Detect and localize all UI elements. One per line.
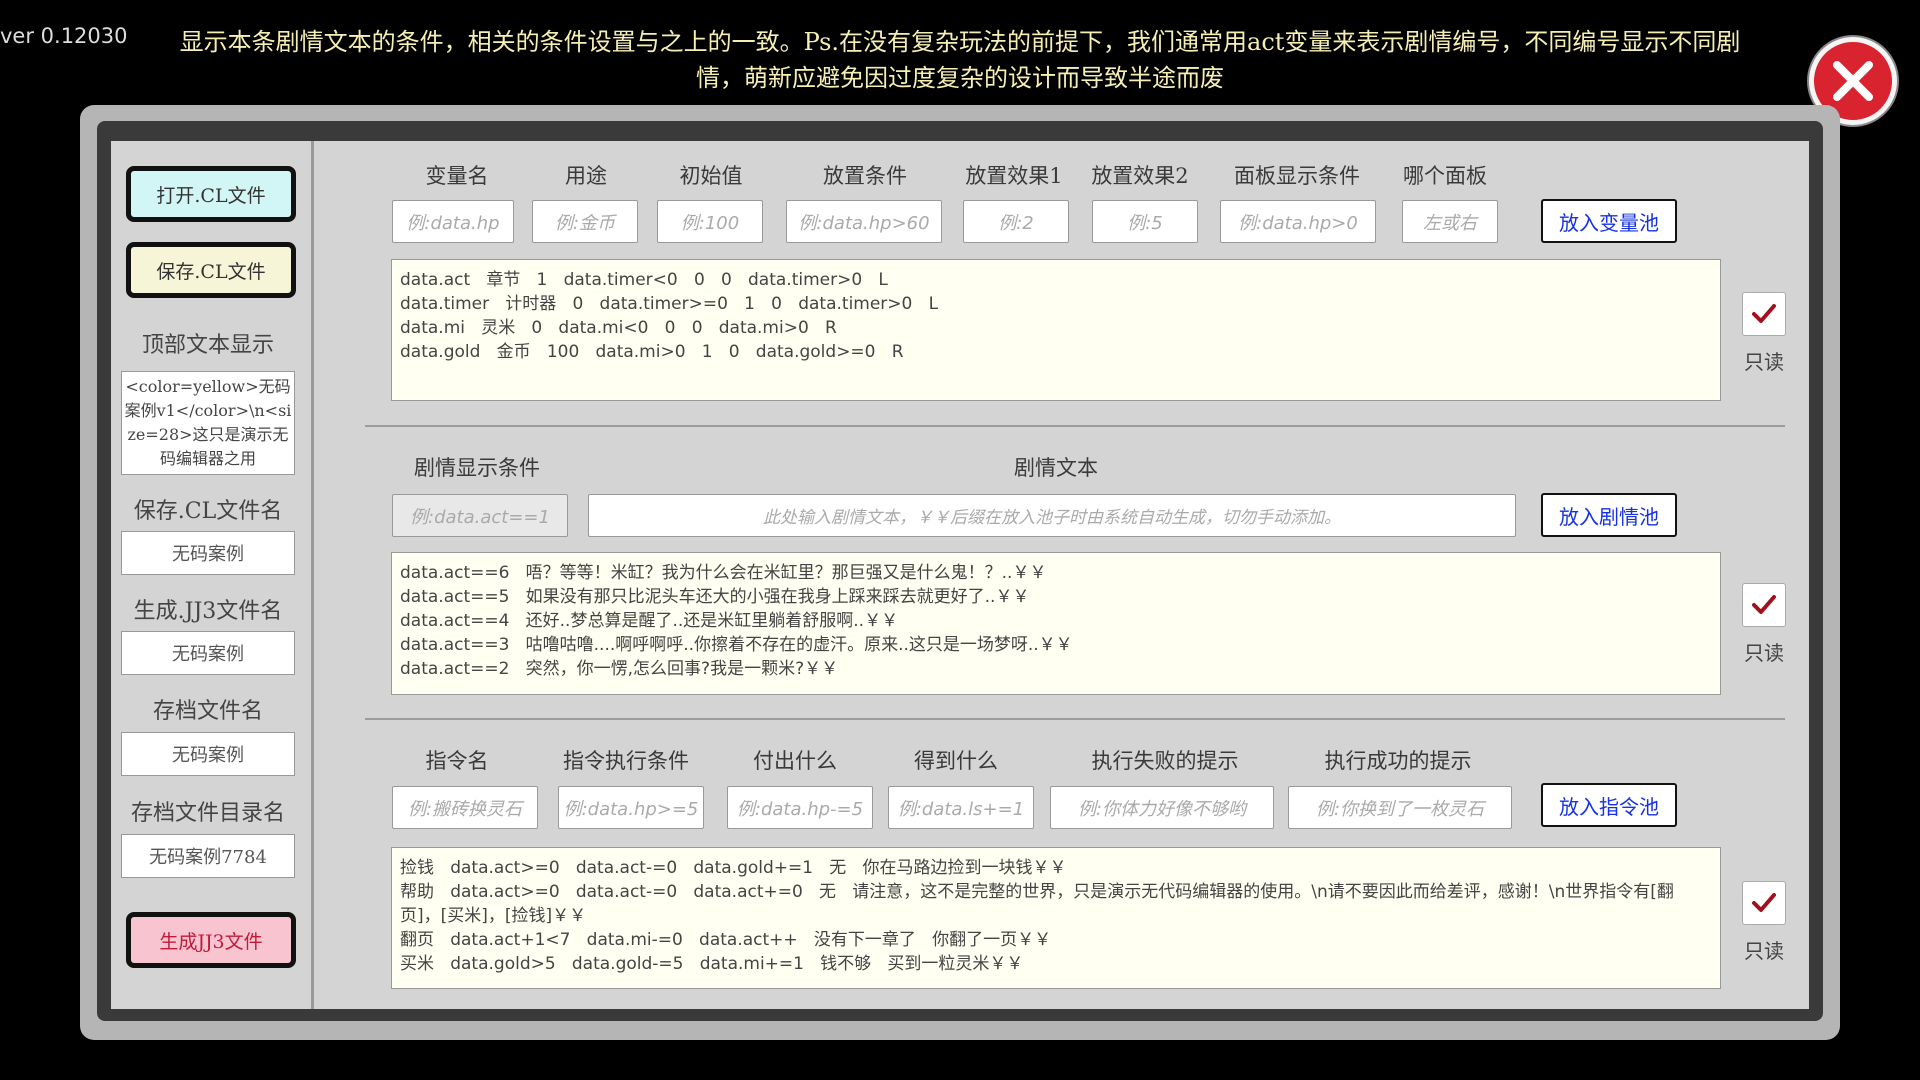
list-item[interactable]: data.act==3 咕噜咕噜....啊呼啊呼..你擦着不存在的虚汗。原来..… (400, 633, 1712, 657)
command-pool-list[interactable]: 捡钱 data.act>=0 data.act-=0 data.gold+=1 … (391, 847, 1721, 989)
story-condition-input[interactable]: 例:data.act==1 (392, 494, 568, 537)
list-item[interactable]: data.mi 灵米 0 data.mi<0 0 0 data.mi>0 R (400, 316, 1712, 340)
var-panel-input[interactable]: 左或右 (1402, 200, 1498, 243)
cmd-condition-input[interactable]: 例:data.hp>=5 (558, 786, 704, 829)
list-item[interactable]: data.act==6 唔？等等！米缸？我为什么会在米缸里？那巨强又是什么鬼！？… (400, 561, 1712, 585)
close-x-icon (1833, 61, 1873, 101)
top-text-label: 顶部文本显示 (141, 333, 274, 358)
archive-dir-label: 存档文件目录名 (130, 801, 285, 826)
var-effect2-input[interactable]: 例:5 (1092, 200, 1198, 243)
cmd-header-condition: 指令执行条件 (563, 749, 689, 773)
section-divider (365, 718, 1785, 720)
cmd-fail-input[interactable]: 例:你体力好像不够哟 (1050, 786, 1274, 829)
cmd-header-fail: 执行失败的提示 (1091, 749, 1239, 773)
list-item[interactable]: data.act==2 突然，你一愣,怎么回事?我是一颗米?￥￥ (400, 657, 1712, 681)
cmd-cost-input[interactable]: 例:data.hp-=5 (727, 786, 873, 829)
list-item[interactable]: data.timer 计时器 0 data.timer>=0 1 0 data.… (400, 292, 1712, 316)
var-header-condition: 放置条件 (823, 164, 907, 188)
add-variable-pool-button[interactable]: 放入变量池 (1541, 199, 1677, 243)
var-header-name: 变量名 (425, 164, 489, 188)
list-item[interactable]: 买米 data.gold>5 data.gold-=5 data.mi+=1 钱… (400, 952, 1712, 976)
story-readonly-label: 只读 (1744, 641, 1784, 665)
checkmark-icon (1752, 304, 1776, 323)
archive-dir-input[interactable]: 无码案例7784 (121, 834, 295, 878)
list-item[interactable]: 帮助 data.act>=0 data.act-=0 data.act+=0 无… (400, 880, 1712, 928)
cmd-header-cost: 付出什么 (753, 749, 837, 773)
open-cl-button[interactable]: 打开.CL文件 (126, 166, 296, 222)
command-readonly-label: 只读 (1744, 939, 1784, 963)
list-item[interactable]: data.gold 金币 100 data.mi>0 1 0 data.gold… (400, 340, 1712, 364)
top-text-input[interactable]: <color=yellow>无码案例v1</color>\n<size=28>这… (121, 371, 295, 475)
version-label: ver 0.12030 (0, 24, 128, 48)
list-item[interactable]: 捡钱 data.act>=0 data.act-=0 data.gold+=1 … (400, 856, 1712, 880)
archive-filename-label: 存档文件名 (152, 699, 263, 724)
gen-filename-input[interactable]: 无码案例 (121, 631, 295, 675)
cmd-header-success: 执行成功的提示 (1324, 749, 1472, 773)
cmd-name-input[interactable]: 例:搬砖换灵石 (392, 786, 538, 829)
generate-jj3-button[interactable]: 生成JJ3文件 (126, 912, 296, 968)
list-item[interactable]: 翻页 data.act+1<7 data.mi-=0 data.act++ 没有… (400, 928, 1712, 952)
checkmark-icon (1752, 893, 1776, 912)
var-effect1-input[interactable]: 例:2 (963, 200, 1069, 243)
var-header-effect1: 放置效果1 (965, 164, 1063, 188)
add-story-pool-button[interactable]: 放入剧情池 (1541, 493, 1677, 537)
save-filename-input[interactable]: 无码案例 (121, 531, 295, 575)
var-header-initial: 初始值 (679, 164, 743, 188)
cmd-gain-input[interactable]: 例:data.ls+=1 (888, 786, 1034, 829)
list-item[interactable]: data.act==4 还好..梦总算是醒了..还是米缸里躺着舒服啊..￥￥ (400, 609, 1712, 633)
variable-readonly-label: 只读 (1744, 350, 1784, 374)
story-header-condition: 剧情显示条件 (414, 456, 540, 480)
list-item[interactable]: data.act==5 如果没有那只比泥头车还大的小强在我身上踩来踩去就更好了.… (400, 585, 1712, 609)
command-readonly-checkbox[interactable] (1742, 881, 1786, 925)
save-filename-label: 保存.CL文件名 (133, 499, 283, 524)
var-condition-input[interactable]: 例:data.hp>60 (786, 200, 942, 243)
var-header-effect2: 放置效果2 (1091, 164, 1189, 188)
story-readonly-checkbox[interactable] (1742, 583, 1786, 627)
story-text-input[interactable]: 此处输入剧情文本，￥￥后缀在放入池子时由系统自动生成，切勿手动添加。 (588, 494, 1516, 537)
section-divider (365, 425, 1785, 427)
var-initial-input[interactable]: 例:100 (657, 200, 763, 243)
save-cl-button[interactable]: 保存.CL文件 (126, 242, 296, 298)
add-command-pool-button[interactable]: 放入指令池 (1541, 783, 1677, 827)
hint-text: 显示本条剧情文本的条件，相关的条件设置与之上的一致。Ps.在没有复杂玩法的前提下… (179, 28, 1741, 92)
cmd-header-gain: 得到什么 (914, 749, 998, 773)
cmd-success-input[interactable]: 例:你换到了一枚灵石 (1288, 786, 1512, 829)
gen-filename-label: 生成.JJ3文件名 (133, 599, 283, 624)
story-header-text: 剧情文本 (1014, 456, 1098, 480)
var-header-panel: 哪个面板 (1403, 164, 1487, 188)
variable-pool-list[interactable]: data.act 章节 1 data.timer<0 0 0 data.time… (391, 259, 1721, 401)
var-header-purpose: 用途 (565, 164, 607, 188)
cmd-header-name: 指令名 (425, 749, 489, 773)
list-item[interactable]: data.act 章节 1 data.timer<0 0 0 data.time… (400, 268, 1712, 292)
var-header-panel-cond: 面板显示条件 (1234, 164, 1360, 188)
story-pool-list[interactable]: data.act==6 唔？等等！米缸？我为什么会在米缸里？那巨强又是什么鬼！？… (391, 552, 1721, 695)
archive-filename-input[interactable]: 无码案例 (121, 732, 295, 776)
variable-readonly-checkbox[interactable] (1742, 292, 1786, 336)
var-purpose-input[interactable]: 例:金币 (532, 200, 638, 243)
var-name-input[interactable]: 例:data.hp (392, 200, 514, 243)
var-panel-cond-input[interactable]: 例:data.hp>0 (1220, 200, 1376, 243)
checkmark-icon (1752, 595, 1776, 614)
